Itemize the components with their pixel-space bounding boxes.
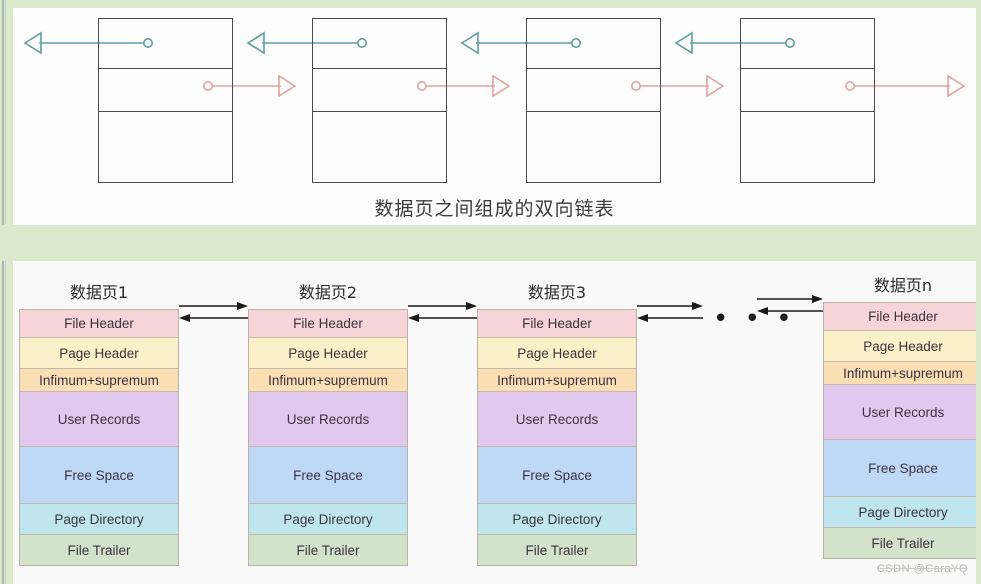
page-section-free-space: Free Space — [20, 447, 178, 504]
box-divider-bottom — [741, 111, 874, 112]
page-link-arrows-3-n-left — [637, 299, 703, 325]
next-link-head — [812, 295, 823, 303]
left-border-rule-inner — [5, 0, 6, 584]
next-pointer-head-3 — [706, 74, 725, 98]
left-border-rule — [2, 0, 4, 584]
next-link-head — [237, 302, 248, 310]
page-title: 数据页3 — [527, 283, 587, 302]
data-page-column-2: 数据页2 File Header Page Header Infimum+suprem… — [248, 279, 408, 566]
page-section-file-trailer: File Trailer — [249, 535, 407, 565]
page-section-page-header: Page Header — [478, 338, 636, 369]
prev-link-head — [637, 314, 648, 322]
page-section-user-records: User Records — [20, 392, 178, 447]
prev-pointer-head-2 — [246, 31, 265, 55]
page-section-file-header: File Header — [824, 303, 976, 331]
next-link-head — [466, 302, 477, 310]
page-title: 数据页n — [873, 276, 933, 295]
next-pointer-head-2 — [492, 74, 511, 98]
page-section-file-header: File Header — [20, 310, 178, 338]
next-pointer-head-4 — [947, 74, 966, 98]
prev-pointer-head-4 — [674, 31, 693, 55]
top-panel-caption: 数据页之间组成的双向链表 — [374, 198, 615, 220]
page-section-infimum-supremum: Infimum+supremum — [249, 369, 407, 392]
page-stack: File Header Page Header Infimum+supremum Us… — [823, 302, 976, 559]
page-section-page-header: Page Header — [249, 338, 407, 369]
data-page-box-2 — [312, 18, 447, 183]
data-page-column-4: 数据页n File Header Page Header Infimum+suprem… — [823, 272, 976, 559]
page-section-infimum-supremum: Infimum+supremum — [824, 362, 976, 385]
data-page-box-4 — [740, 18, 875, 183]
page-section-free-space: Free Space — [478, 447, 636, 504]
page-section-free-space: Free Space — [824, 440, 976, 497]
data-page-box-1 — [98, 18, 233, 183]
page-stack: File Header Page Header Infimum+supremum Us… — [477, 309, 637, 566]
page-section-page-directory: Page Directory — [824, 497, 976, 528]
box-divider-bottom — [313, 111, 446, 112]
page-structure-diagram: 数据页1 File Header Page Header Infimum+suprem… — [13, 261, 976, 584]
box-divider-bottom — [99, 111, 232, 112]
page-section-page-header: Page Header — [20, 338, 178, 369]
page-section-infimum-supremum: Infimum+supremum — [478, 369, 636, 392]
page-stack: File Header Page Header Infimum+supremum Us… — [19, 309, 179, 566]
prev-pointer-head-3 — [460, 31, 479, 55]
page-section-file-header: File Header — [478, 310, 636, 338]
prev-link-head — [408, 314, 419, 322]
next-pointer-head-1 — [278, 74, 297, 98]
box-divider-top — [99, 68, 232, 69]
page-stack: File Header Page Header Infimum+supremum Us… — [248, 309, 408, 566]
box-divider-bottom — [527, 111, 660, 112]
page-section-file-trailer: File Trailer — [824, 528, 976, 558]
page-section-user-records: User Records — [478, 392, 636, 447]
watermark: CSDN @CaraYQ — [876, 563, 968, 575]
panel-separator — [0, 225, 981, 261]
prev-link-head — [179, 314, 190, 322]
page-section-page-directory: Page Directory — [478, 504, 636, 535]
page-link-arrows-2-3 — [408, 299, 477, 325]
page-section-page-header: Page Header — [824, 331, 976, 362]
ellipsis-indicator: • • • — [713, 304, 796, 334]
page-title: 数据页1 — [69, 283, 129, 302]
page-section-infimum-supremum: Infimum+supremum — [20, 369, 178, 392]
page-title: 数据页2 — [298, 283, 358, 302]
prev-pointer-head-1 — [23, 31, 42, 55]
next-link-head — [692, 302, 703, 310]
page-section-file-header: File Header — [249, 310, 407, 338]
box-divider-top — [313, 68, 446, 69]
box-divider-top — [741, 68, 874, 69]
page-section-free-space: Free Space — [249, 447, 407, 504]
page-section-user-records: User Records — [249, 392, 407, 447]
data-page-column-1: 数据页1 File Header Page Header Infimum+suprem… — [19, 279, 179, 566]
data-page-box-3 — [526, 18, 661, 183]
page-section-file-trailer: File Trailer — [478, 535, 636, 565]
page-link-arrows-1-2 — [179, 299, 248, 325]
page-section-user-records: User Records — [824, 385, 976, 440]
box-divider-top — [527, 68, 660, 69]
page-section-page-directory: Page Directory — [249, 504, 407, 535]
page-section-file-trailer: File Trailer — [20, 535, 178, 565]
page-section-page-directory: Page Directory — [20, 504, 178, 535]
doubly-linked-list-diagram: 数据页之间组成的双向链表 — [13, 8, 976, 225]
data-page-column-3: 数据页3 File Header Page Header Infimum+suprem… — [477, 279, 637, 566]
